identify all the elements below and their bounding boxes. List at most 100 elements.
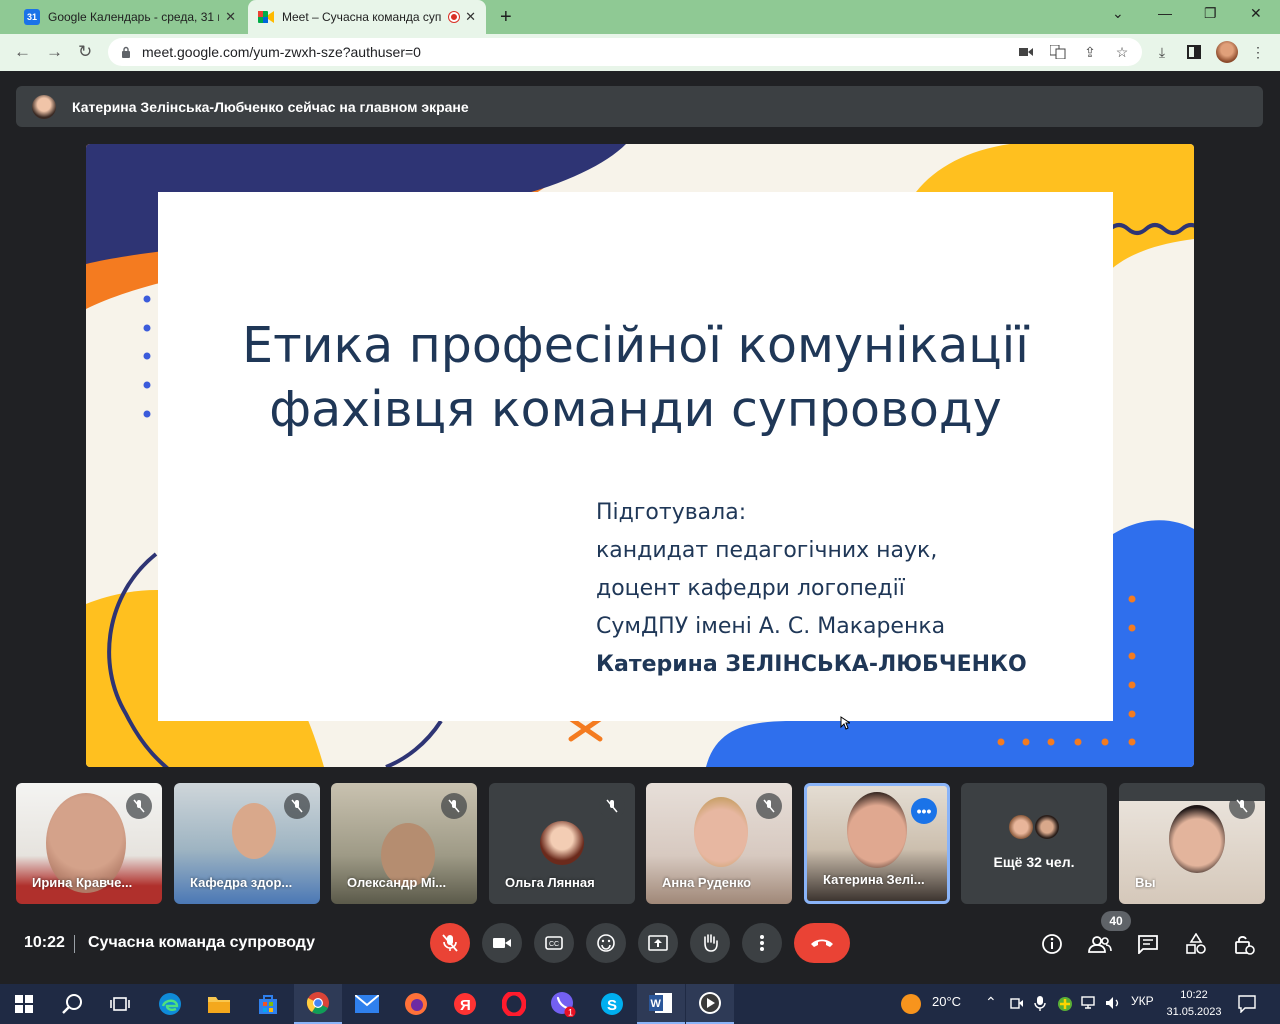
taskbar-media-player[interactable] <box>686 984 734 1024</box>
slide-title-line: фахівця команди супроводу <box>269 381 1002 438</box>
taskbar-file-explorer[interactable] <box>195 984 243 1024</box>
host-controls-icon[interactable] <box>1232 932 1256 956</box>
browser-toolbar: ← → ↻ meet.google.com/yum-zwxh-sze?authu… <box>0 34 1280 71</box>
tray-chevron-up-icon[interactable]: ⌃ <box>985 994 997 1011</box>
volume-icon[interactable] <box>1105 996 1121 1010</box>
activities-icon[interactable] <box>1184 932 1208 956</box>
taskbar-store[interactable] <box>244 984 292 1024</box>
reactions-button[interactable] <box>586 923 626 963</box>
taskbar-mail[interactable] <box>343 984 391 1024</box>
tab-search-icon[interactable]: ⌄ <box>1112 5 1124 22</box>
taskbar-yandex[interactable]: Я <box>441 984 489 1024</box>
viber-icon: 1 <box>551 992 576 1017</box>
folder-icon <box>208 997 230 1013</box>
participant-avatar <box>1033 813 1061 841</box>
raise-hand-button[interactable] <box>690 923 730 963</box>
participant-tile-speaking[interactable]: ••• Катерина Зелі... <box>804 783 950 904</box>
leave-call-button[interactable] <box>794 923 850 963</box>
participant-tile[interactable]: Ольга Ляннaя <box>489 783 635 904</box>
svg-text:Я: Я <box>460 997 471 1014</box>
people-icon[interactable] <box>1088 932 1112 956</box>
participant-avatar <box>540 821 584 865</box>
close-icon[interactable]: ✕ <box>465 9 476 25</box>
forward-button[interactable]: → <box>46 42 63 62</box>
slide-author-line: СумДПУ імені А. С. Макаренка <box>596 614 946 639</box>
divider <box>74 935 75 953</box>
microphone-tray-icon[interactable] <box>1034 995 1046 1011</box>
new-tab-button[interactable]: + <box>500 6 512 29</box>
share-icon[interactable]: ⇪ <box>1082 44 1098 60</box>
taskbar-time: 10:22 <box>1180 989 1208 1001</box>
mic-off-icon <box>442 934 458 952</box>
taskbar-date: 31.05.2023 <box>1166 1006 1222 1018</box>
participant-tile[interactable]: Ирина Кравче... <box>16 783 162 904</box>
meeting-details-icon[interactable] <box>1040 932 1064 956</box>
close-icon[interactable]: ✕ <box>225 9 236 25</box>
download-icon[interactable]: ⤓ <box>1154 44 1170 60</box>
participant-name: Кафедра здор... <box>190 875 293 890</box>
mic-off-icon <box>756 793 782 819</box>
present-screen-button[interactable] <box>638 923 678 963</box>
side-panel-icon[interactable] <box>1186 44 1202 60</box>
restore-button[interactable]: ❐ <box>1204 5 1217 22</box>
search-icon <box>62 994 82 1014</box>
mail-icon <box>355 995 379 1013</box>
back-button[interactable]: ← <box>14 42 31 62</box>
participant-tile[interactable]: Олександр Мі... <box>331 783 477 904</box>
camera-in-use-icon[interactable] <box>1018 44 1034 60</box>
edge-icon <box>159 993 181 1015</box>
task-view-button[interactable] <box>96 984 144 1024</box>
participant-name: Анна Руденко <box>662 875 752 890</box>
self-view-tile[interactable]: Вы <box>1119 783 1265 904</box>
start-button[interactable] <box>0 984 48 1024</box>
bookmark-star-icon[interactable]: ☆ <box>1114 44 1130 60</box>
taskbar-edge[interactable] <box>146 984 194 1024</box>
weather-temperature: 20°C <box>932 994 962 1009</box>
notifications-icon[interactable] <box>1238 995 1256 1013</box>
slide-author-line: Підготувала: <box>596 500 747 525</box>
participant-tile[interactable]: Кафедра здор... <box>174 783 320 904</box>
mic-off-icon <box>1229 793 1255 819</box>
word-icon: W <box>649 993 672 1013</box>
chat-icon[interactable] <box>1136 932 1160 956</box>
svg-text:W: W <box>651 998 662 1010</box>
tab-meet[interactable]: Meet – Сучасна команда суп ✕ <box>248 0 486 34</box>
translate-icon[interactable] <box>1050 44 1066 60</box>
minimize-button[interactable]: — <box>1158 5 1172 21</box>
address-bar[interactable]: meet.google.com/yum-zwxh-sze?authuser=0 <box>108 38 1142 66</box>
lock-icon <box>122 46 130 58</box>
tab-google-calendar[interactable]: 31 Google Календарь - среда, 31 м ✕ <box>14 0 246 34</box>
more-options-icon[interactable]: ••• <box>911 798 937 824</box>
taskbar-chrome[interactable] <box>294 984 342 1024</box>
green-app-tray-icon[interactable] <box>1057 996 1073 1012</box>
search-button[interactable] <box>48 984 96 1024</box>
taskbar-viber[interactable]: 1 <box>539 984 587 1024</box>
close-window-button[interactable]: ✕ <box>1250 5 1262 22</box>
reload-button[interactable]: ↻ <box>78 42 92 62</box>
mic-off-icon <box>599 793 625 819</box>
mouse-cursor-icon <box>840 716 850 730</box>
present-icon <box>648 935 668 951</box>
more-participants-tile[interactable]: Ещё 32 чел. <box>961 783 1107 904</box>
taskbar-skype[interactable]: S <box>588 984 636 1024</box>
taskbar-opera[interactable] <box>490 984 538 1024</box>
network-icon[interactable] <box>1081 996 1097 1010</box>
captions-button[interactable]: CC <box>534 923 574 963</box>
menu-kebab-icon[interactable]: ⋮ <box>1250 44 1266 60</box>
captions-icon: CC <box>545 936 563 950</box>
taskbar-word[interactable]: W <box>637 984 685 1024</box>
meet-tray-icon[interactable] <box>1010 996 1024 1010</box>
windows-logo-icon <box>15 995 33 1013</box>
taskbar-clock[interactable]: 10:22 31.05.2023 <box>1163 987 1225 1021</box>
camera-toggle-button[interactable] <box>482 923 522 963</box>
recording-icon <box>449 12 460 22</box>
mic-toggle-button[interactable] <box>430 923 470 963</box>
participant-video <box>1169 805 1225 873</box>
participant-tile[interactable]: Анна Руденко <box>646 783 792 904</box>
meeting-title: Сучасна команда супроводу <box>88 934 316 951</box>
profile-avatar[interactable] <box>1216 41 1238 63</box>
more-options-button[interactable] <box>742 923 782 963</box>
taskbar-firefox[interactable] <box>392 984 440 1024</box>
mic-off-icon <box>126 793 152 819</box>
keyboard-language[interactable]: УКР <box>1131 994 1154 1008</box>
